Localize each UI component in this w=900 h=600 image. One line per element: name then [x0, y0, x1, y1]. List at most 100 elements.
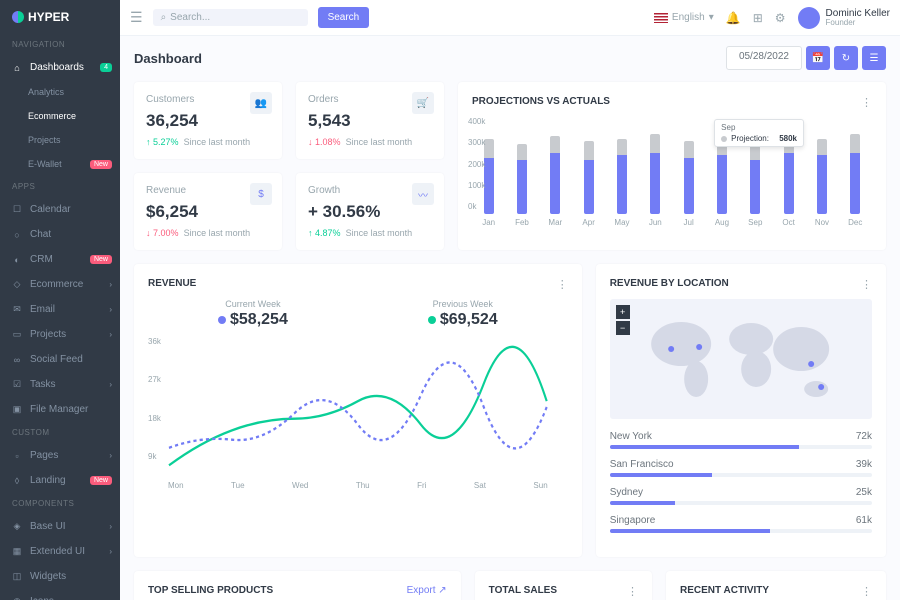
export-link[interactable]: Export: [407, 585, 447, 596]
sidebar-item-widgets[interactable]: ◫Widgets: [0, 564, 120, 589]
flag-icon: [654, 13, 668, 23]
chat-icon: ○: [12, 230, 22, 240]
logo[interactable]: HYPER: [0, 0, 120, 34]
card-menu-icon[interactable]: ⋮: [861, 585, 872, 598]
chart-tooltip: Sep Projection: 580k: [714, 119, 804, 147]
chevron-right-icon: ›: [109, 280, 112, 289]
folder-icon: ▣: [12, 405, 22, 415]
main: ☰ ⌕Search... Search English ▾ 🔔 ⊞ ⚙ Domi…: [120, 0, 900, 600]
ewallet-badge: New: [90, 160, 112, 169]
bar-mar[interactable]: Mar: [545, 136, 566, 227]
share-icon: ∞: [12, 355, 22, 365]
projections-chart: 400k300k200k100k0k Sep Projection: 580k …: [472, 117, 872, 227]
calendar-icon: ☐: [12, 205, 22, 215]
chevron-right-icon: ›: [109, 305, 112, 314]
search-button[interactable]: Search: [318, 7, 370, 28]
bar-nov[interactable]: Nov: [811, 139, 832, 227]
stat-growth: 〰 Growth + 30.56% ↑ 4.87% Since last mon…: [296, 173, 444, 250]
chevron-right-icon: ›: [109, 380, 112, 389]
activity-card: RECENT ACTIVITY ⋮ You sold an itemPaul B…: [666, 571, 886, 600]
bar-aug[interactable]: Aug: [711, 136, 732, 227]
sidebar-item-tasks[interactable]: ☑Tasks›: [0, 372, 120, 397]
menu-toggle-icon[interactable]: ☰: [130, 9, 143, 26]
zoom-out-button[interactable]: −: [616, 321, 630, 335]
pages-icon: ▫: [12, 451, 22, 461]
card-menu-icon[interactable]: ⋮: [861, 278, 872, 291]
bar-feb[interactable]: Feb: [511, 144, 532, 227]
sidebar-item-pages[interactable]: ▫Pages›: [0, 443, 120, 468]
icons-icon: ◉: [12, 597, 22, 600]
location-san-francisco: San Francisco39k: [610, 459, 872, 477]
landing-badge: New: [90, 476, 112, 485]
logo-icon: [12, 11, 24, 23]
location-card: REVENUE BY LOCATION ⋮ + − New York72kSan…: [596, 264, 886, 557]
notifications-icon[interactable]: 🔔: [726, 11, 741, 25]
nav-section-apps: APPS: [0, 176, 120, 197]
sales-card: TOTAL SALES ⋮: [475, 571, 652, 600]
sidebar-item-crm[interactable]: ◐CRMNew: [0, 247, 120, 272]
sidebar-item-ewallet[interactable]: E-WalletNew: [0, 152, 120, 176]
search-input[interactable]: ⌕Search...: [153, 9, 308, 26]
crm-icon: ◐: [12, 255, 22, 265]
briefcase-icon: ▭: [12, 330, 22, 340]
bar-dec[interactable]: Dec: [845, 134, 866, 227]
bar-sep[interactable]: Sep: [745, 141, 766, 227]
email-icon: ✉: [12, 305, 22, 315]
bar-jul[interactable]: Jul: [678, 141, 699, 227]
user-role: Founder: [826, 19, 890, 28]
cart-icon: 🛒: [412, 92, 434, 114]
sidebar-item-analytics[interactable]: Analytics: [0, 80, 120, 104]
chevron-right-icon: ›: [109, 330, 112, 339]
user-menu[interactable]: Dominic Keller Founder: [798, 7, 890, 29]
sidebar-item-file[interactable]: ▣File Manager: [0, 397, 120, 422]
filter-button[interactable]: ☰: [862, 46, 886, 70]
settings-icon[interactable]: ⚙: [775, 11, 786, 25]
date-picker[interactable]: 05/28/2022: [726, 46, 802, 70]
projections-card: PROJECTIONS VS ACTUALS ⋮ 400k300k200k100…: [458, 82, 886, 250]
bar-jun[interactable]: Jun: [645, 134, 666, 227]
widgets-icon: ◫: [12, 572, 22, 582]
sidebar-item-icons[interactable]: ◉Icons›: [0, 589, 120, 600]
refresh-button[interactable]: ↻: [834, 46, 858, 70]
chevron-right-icon: ›: [109, 547, 112, 556]
zoom-in-button[interactable]: +: [616, 305, 630, 319]
stat-customers: 👥 Customers 36,254 ↑ 5.27% Since last mo…: [134, 82, 282, 159]
bar-may[interactable]: May: [611, 139, 632, 227]
sidebar-item-social[interactable]: ∞Social Feed: [0, 347, 120, 372]
sidebar-item-chat[interactable]: ○Chat: [0, 222, 120, 247]
baseui-icon: ◈: [12, 522, 22, 532]
sidebar-item-calendar[interactable]: ☐Calendar: [0, 197, 120, 222]
page-header: Dashboard 05/28/2022 📅 ↻ ☰: [134, 46, 886, 70]
bar-apr[interactable]: Apr: [578, 141, 599, 227]
location-sydney: Sydney25k: [610, 487, 872, 505]
chevron-right-icon: ›: [109, 522, 112, 531]
users-icon: 👥: [250, 92, 272, 114]
sidebar-item-extui[interactable]: ▦Extended UI›: [0, 539, 120, 564]
dollar-icon: $: [250, 183, 272, 205]
sidebar-item-email[interactable]: ✉Email›: [0, 297, 120, 322]
world-map[interactable]: + −: [610, 299, 872, 419]
revenue-line-chart: 36k27k18k9k: [148, 337, 568, 477]
pulse-icon: 〰: [412, 183, 434, 205]
app-grid-icon[interactable]: ⊞: [753, 11, 763, 25]
calendar-button[interactable]: 📅: [806, 46, 830, 70]
page-title: Dashboard: [134, 51, 202, 66]
sidebar-item-ecom[interactable]: ◇Ecommerce›: [0, 272, 120, 297]
card-menu-icon[interactable]: ⋮: [861, 96, 872, 109]
topbar: ☰ ⌕Search... Search English ▾ 🔔 ⊞ ⚙ Domi…: [120, 0, 900, 36]
dashboards-badge: 4: [100, 63, 112, 72]
language-selector[interactable]: English ▾: [654, 12, 714, 23]
products-card: TOP SELLING PRODUCTS Export ASOS Ridley …: [134, 571, 461, 600]
sidebar-item-ecommerce[interactable]: Ecommerce: [0, 104, 120, 128]
home-icon: ⌂: [12, 63, 22, 73]
sidebar-item-baseui[interactable]: ◈Base UI›: [0, 514, 120, 539]
sidebar-item-dashboards[interactable]: ⌂Dashboards4: [0, 55, 120, 80]
sidebar-item-projects[interactable]: Projects: [0, 128, 120, 152]
card-menu-icon[interactable]: ⋮: [557, 278, 568, 291]
card-menu-icon[interactable]: ⋮: [627, 585, 638, 598]
sidebar-item-landing[interactable]: ◊LandingNew: [0, 468, 120, 493]
crm-badge: New: [90, 255, 112, 264]
sidebar: HYPER NAVIGATION ⌂Dashboards4 Analytics …: [0, 0, 120, 600]
sidebar-item-projects2[interactable]: ▭Projects›: [0, 322, 120, 347]
cart-icon: ◇: [12, 280, 22, 290]
